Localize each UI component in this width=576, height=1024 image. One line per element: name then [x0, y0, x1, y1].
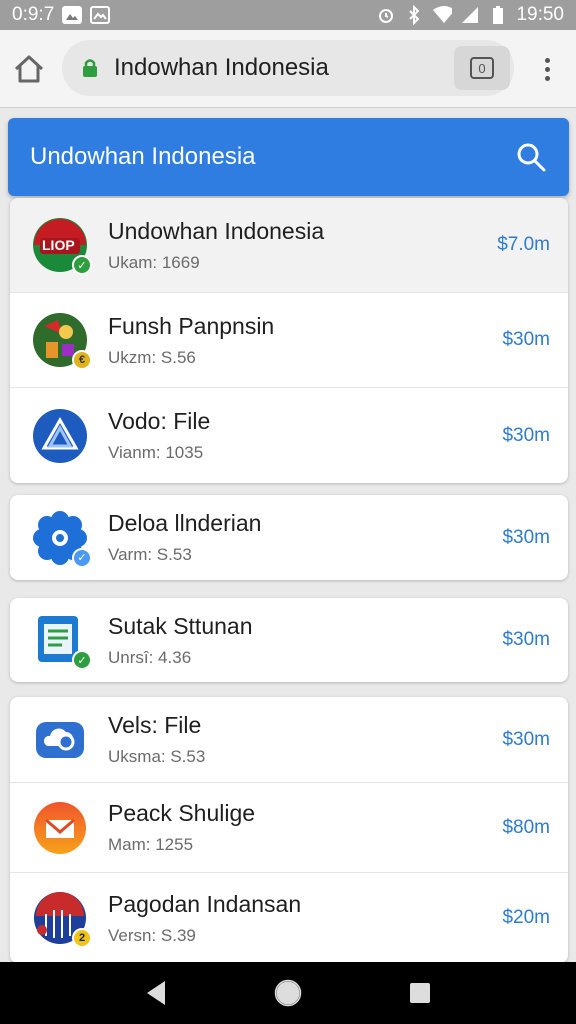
- lock-icon: [80, 57, 100, 79]
- status-time-left: 0:9:7: [12, 4, 55, 25]
- app-price: $20m: [502, 907, 550, 928]
- app-name: Vodo: File: [108, 408, 211, 434]
- building-logo-icon: 2: [32, 890, 92, 948]
- tab-switcher-button[interactable]: 0: [454, 46, 510, 90]
- app-name: Sutak Sttunan: [108, 612, 253, 639]
- bluetooth-icon: [404, 5, 424, 25]
- verified-check-icon: ✓: [72, 255, 92, 275]
- app-subtitle: Mam: 1255: [108, 835, 194, 854]
- home-button[interactable]: [10, 50, 48, 88]
- list-item[interactable]: ✓ Sutak Sttunan Unrsî: 4.36 $30m: [10, 598, 568, 682]
- app-name: Vels: File: [108, 712, 202, 738]
- alarm-icon: [376, 5, 396, 25]
- verified-check-icon: ✓: [72, 650, 92, 670]
- app-list-card: LIOP ✓ Undowhan Indonesia Ukam: 1669 $7.…: [10, 198, 568, 483]
- app-icon-text: LIOP: [42, 237, 75, 253]
- status-time-right: 19:50: [516, 4, 564, 25]
- back-triangle-icon: [147, 981, 165, 1005]
- app-subtitle: Ukam: 1669: [108, 252, 200, 272]
- app-price: $30m: [502, 424, 550, 446]
- flag-logo-icon: LIOP ✓: [32, 217, 92, 275]
- number-badge-icon: 2: [72, 928, 92, 948]
- photo-notification-icon: [90, 6, 111, 24]
- app-name: Pagodan Indansan: [108, 890, 302, 917]
- search-icon: [517, 143, 546, 172]
- page-title: Undowhan Indonesia: [30, 143, 256, 170]
- list-item[interactable]: Vels: File Uksma: S.53 $30m: [10, 697, 568, 783]
- url-text: Indowhan Indonesia: [114, 54, 329, 81]
- tab-count: 0: [470, 57, 494, 79]
- wifi-icon: [432, 5, 453, 25]
- search-button[interactable]: [511, 137, 551, 177]
- app-price: $30m: [502, 526, 550, 548]
- more-vert-icon: [544, 75, 550, 81]
- home-circle-icon: [274, 979, 302, 1007]
- colorful-game-icon: €: [32, 312, 92, 370]
- app-price: $30m: [502, 728, 550, 750]
- app-list-card: Vels: File Uksma: S.53 $30m Peack Shulig…: [10, 697, 568, 963]
- more-vert-icon: [544, 57, 550, 63]
- system-navigation-bar: [0, 962, 576, 1024]
- gallery-notification-icon: [62, 6, 83, 24]
- address-bar[interactable]: Indowhan Indonesia 0: [62, 40, 514, 96]
- app-subtitle: Varm: S.53: [108, 545, 192, 564]
- list-item[interactable]: Peack Shulige Mam: 1255 $80m: [10, 783, 568, 873]
- app-header: Undowhan Indonesia: [8, 118, 569, 196]
- list-item[interactable]: Vodo: File Vianm: 1035 $30m: [10, 388, 568, 483]
- app-subtitle: Vianm: 1035: [108, 443, 204, 462]
- home-icon: [14, 55, 44, 83]
- app-name: Funsh Panpnsin: [108, 312, 275, 339]
- status-bar: 0:9:7 19:50: [0, 0, 576, 30]
- back-button[interactable]: [136, 973, 176, 1013]
- battery-icon: [488, 5, 508, 25]
- list-item[interactable]: LIOP ✓ Undowhan Indonesia Ukam: 1669 $7.…: [10, 198, 568, 293]
- recents-square-icon: [410, 983, 430, 1003]
- app-subtitle: Unrsî: 4.36: [108, 647, 192, 667]
- more-vert-icon: [544, 66, 550, 72]
- cloud-sync-icon: [32, 712, 88, 768]
- verified-check-icon: ✓: [72, 547, 92, 568]
- document-icon: ✓: [32, 612, 92, 670]
- app-name: Undowhan Indonesia: [108, 217, 325, 244]
- blue-gear-icon: ✓: [32, 510, 92, 568]
- list-item[interactable]: 2 Pagodan Indansan Versn: S.39 $20m: [10, 873, 568, 963]
- app-list-card: ✓ Deloa llnderian Varm: S.53 $30m: [10, 495, 568, 580]
- overflow-menu-button[interactable]: [532, 54, 562, 84]
- cell-signal-icon: [460, 5, 480, 25]
- app-price: $30m: [502, 629, 550, 650]
- list-item[interactable]: ✓ Deloa llnderian Varm: S.53 $30m: [10, 495, 568, 580]
- app-list-card: ✓ Sutak Sttunan Unrsî: 4.36 $30m: [10, 598, 568, 682]
- list-item[interactable]: € Funsh Panpnsin Ukzm: S.56 $30m: [10, 293, 568, 388]
- browser-toolbar: Indowhan Indonesia 0: [0, 30, 576, 108]
- app-name: Deloa llnderian: [108, 510, 262, 536]
- app-subtitle: Uksma: S.53: [108, 747, 206, 766]
- app-price: $7.0m: [497, 234, 550, 255]
- app-price: $80m: [502, 816, 550, 838]
- recents-button[interactable]: [400, 973, 440, 1013]
- app-price: $30m: [502, 329, 550, 350]
- home-nav-button[interactable]: [268, 973, 308, 1013]
- app-subtitle: Versn: S.39: [108, 925, 196, 945]
- blue-triangle-logo-icon: [32, 408, 88, 464]
- app-subtitle: Ukzm: S.56: [108, 347, 196, 367]
- orange-mail-icon: [32, 800, 88, 856]
- coin-badge-icon: €: [72, 350, 92, 370]
- app-name: Peack Shulige: [108, 800, 256, 826]
